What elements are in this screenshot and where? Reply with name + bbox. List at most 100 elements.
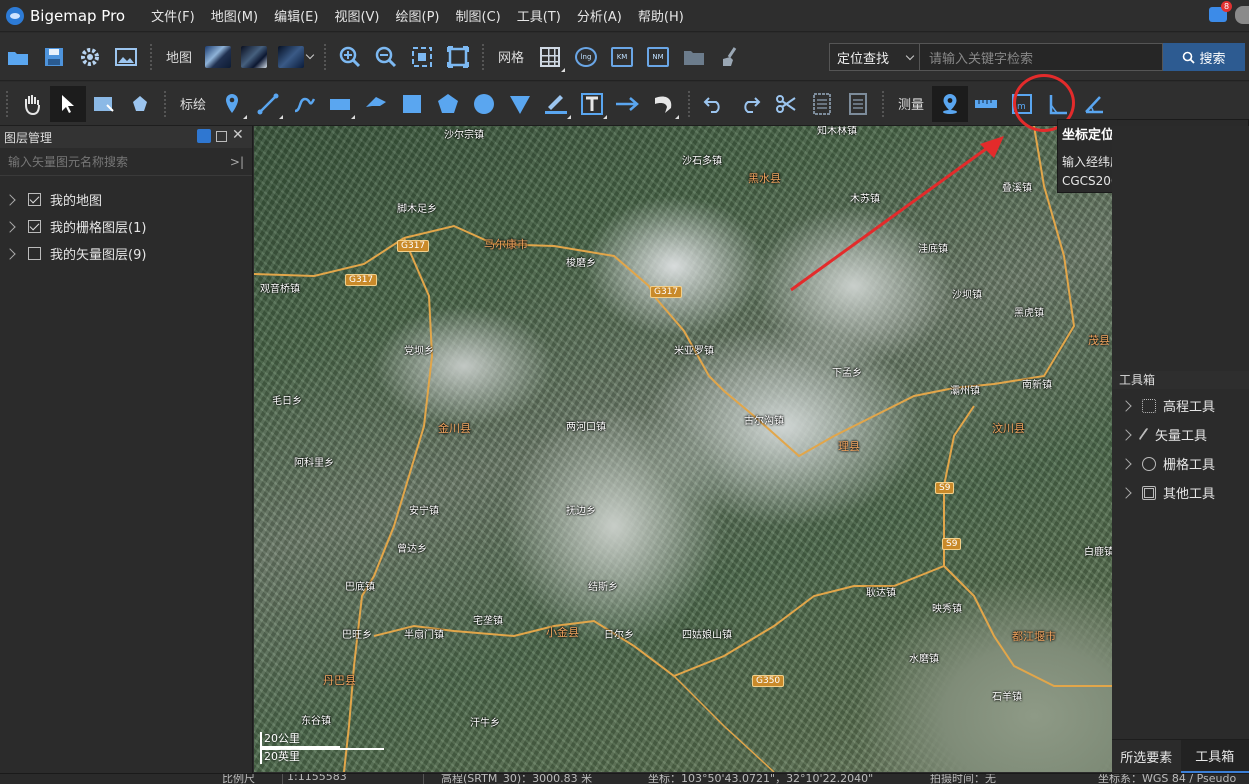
coordinate-locate-button[interactable] xyxy=(932,85,969,122)
menu-map[interactable]: 地图(M) xyxy=(203,6,266,25)
menu-analysis[interactable]: 分析(A) xyxy=(569,6,630,25)
edit-shape-button[interactable] xyxy=(122,86,158,122)
km-grid-button[interactable]: KM xyxy=(604,39,640,75)
chevron-right-icon[interactable] xyxy=(4,247,16,260)
map-label-city: 理县 xyxy=(838,440,860,453)
undo-button[interactable] xyxy=(696,86,732,122)
toolbox-panel: 工具箱 高程工具 矢量工具 栅格工具 其他工具 所选要素 工具箱 xyxy=(1112,126,1249,773)
draw-freehand-button[interactable] xyxy=(358,86,394,122)
redo-button[interactable] xyxy=(732,86,768,122)
layer-search-placeholder: 输入矢量图元名称搜索 xyxy=(8,155,129,169)
menu-edit[interactable]: 编辑(E) xyxy=(266,6,326,25)
search-input[interactable]: 请输入关键字检索 xyxy=(920,43,1163,71)
draw-square-button[interactable] xyxy=(394,86,430,122)
draw-line-button[interactable] xyxy=(250,86,286,122)
cut-button[interactable] xyxy=(768,86,804,122)
lng-grid-button[interactable]: lng xyxy=(568,39,604,75)
zoom-out-button[interactable] xyxy=(368,39,404,75)
chevron-right-icon[interactable] xyxy=(4,193,16,206)
draw-rectangle-button[interactable] xyxy=(322,86,358,122)
crs-readout: 坐标系：WGS 84 / Pseudo xyxy=(1098,773,1237,784)
menu-cartography[interactable]: 制图(C) xyxy=(448,6,509,25)
checkbox[interactable] xyxy=(28,193,41,206)
grid-button[interactable] xyxy=(532,39,568,75)
mark-label: 标绘 xyxy=(180,98,207,113)
menu-tools[interactable]: 工具(T) xyxy=(509,6,569,25)
basemap-night-button[interactable] xyxy=(236,39,272,75)
layer-search-input[interactable]: 输入矢量图元名称搜索 >| xyxy=(0,148,252,176)
tab-selected-features[interactable]: 所选要素 xyxy=(1112,740,1181,773)
fullscreen-button[interactable] xyxy=(440,39,476,75)
draw-circle-button[interactable] xyxy=(466,86,502,122)
chevron-right-icon[interactable] xyxy=(4,220,16,233)
select-button[interactable] xyxy=(50,85,86,122)
panel-search-icon[interactable] xyxy=(197,129,211,143)
checkbox[interactable] xyxy=(28,247,41,260)
curve-icon xyxy=(294,97,316,112)
image-select-button[interactable] xyxy=(86,86,122,122)
draw-arrow-button[interactable] xyxy=(610,86,646,122)
message-icon[interactable]: 8 xyxy=(1209,1,1232,22)
add-text-button[interactable] xyxy=(574,86,610,122)
notification-badge: 8 xyxy=(1221,1,1232,12)
chevron-right-icon[interactable] xyxy=(1120,399,1132,412)
menu-draw[interactable]: 绘图(P) xyxy=(388,6,448,25)
tree-item-raster-layers[interactable]: 我的栅格图层(1) xyxy=(0,213,252,240)
road-shield: G317 xyxy=(345,274,378,286)
restore-window-icon[interactable] xyxy=(216,131,227,142)
tree-item-my-map[interactable]: 我的地图 xyxy=(0,186,252,213)
draw-polygon-button[interactable] xyxy=(430,86,466,122)
open-folder-button[interactable] xyxy=(0,39,36,75)
pan-button[interactable] xyxy=(14,86,50,122)
angle-icon xyxy=(1085,95,1104,113)
clear-button[interactable] xyxy=(712,39,748,75)
draw-point-button[interactable] xyxy=(214,86,250,122)
grid-apps-icon xyxy=(1142,485,1156,500)
zoom-in-button[interactable] xyxy=(332,39,368,75)
layer-doc-button[interactable] xyxy=(840,86,876,122)
chevron-right-icon[interactable] xyxy=(1120,428,1132,441)
search-button[interactable]: 搜索 xyxy=(1163,43,1245,71)
menu-view[interactable]: 视图(V) xyxy=(326,6,387,25)
close-icon[interactable]: ✕ xyxy=(232,128,246,143)
avatar[interactable] xyxy=(1235,6,1249,24)
tree-item-vector-layers[interactable]: 我的矢量图层(9) xyxy=(0,240,252,267)
document-icon xyxy=(849,92,868,115)
basemap-satellite-button[interactable] xyxy=(200,39,236,75)
measure-distance-button[interactable] xyxy=(968,86,1004,122)
draw-curve-button[interactable] xyxy=(286,86,322,122)
menu-help[interactable]: 帮助(H) xyxy=(630,6,692,25)
save-button[interactable] xyxy=(36,39,72,75)
attribute-table-button[interactable] xyxy=(804,86,840,122)
toolbox-item-vector[interactable]: 矢量工具 xyxy=(1112,420,1249,449)
folder-map-button[interactable] xyxy=(676,39,712,75)
search-mode-select[interactable]: 定位查找 xyxy=(829,43,920,71)
checkbox[interactable] xyxy=(28,220,41,233)
draw-curved-arrow-button[interactable] xyxy=(646,86,682,122)
chevron-right-icon[interactable] xyxy=(1120,457,1132,470)
measure-angle-button[interactable] xyxy=(1076,86,1112,122)
draw-sector-button[interactable] xyxy=(502,86,538,122)
map-canvas[interactable]: 沙尔宗镇 知木林镇 沙石多镇 黑水县 木苏镇 叠溪镇 脚木足乡 马尔康市 梭磨乡… xyxy=(254,126,1112,772)
toolbox-item-elevation[interactable]: 高程工具 xyxy=(1112,391,1249,420)
toolbox-item-raster[interactable]: 栅格工具 xyxy=(1112,449,1249,478)
settings-button[interactable] xyxy=(72,39,108,75)
zoom-extent-button[interactable] xyxy=(404,39,440,75)
toolbox-item-other[interactable]: 其他工具 xyxy=(1112,478,1249,507)
draw-text-underline-button[interactable] xyxy=(538,86,574,122)
toolbar-separator xyxy=(688,90,691,117)
tab-toolbox[interactable]: 工具箱 xyxy=(1180,740,1249,773)
map-label: 石羊镇 xyxy=(992,692,1022,703)
map-label: 汗牛乡 xyxy=(470,718,500,729)
scissors-icon xyxy=(776,94,796,113)
image-button[interactable] xyxy=(108,39,144,75)
collapse-icon[interactable]: >| xyxy=(230,155,244,169)
list-doc-icon xyxy=(813,92,832,115)
tree-item-label: 我的地图 xyxy=(50,194,103,209)
nm-grid-button[interactable]: NM xyxy=(640,39,676,75)
chevron-right-icon[interactable] xyxy=(1120,486,1132,499)
scale-select[interactable]: 1:1155583 xyxy=(282,774,424,784)
menu-file[interactable]: 文件(F) xyxy=(143,6,203,25)
layer-panel-actions: ✕ xyxy=(197,128,246,143)
basemap-dropdown-button[interactable] xyxy=(272,39,318,75)
